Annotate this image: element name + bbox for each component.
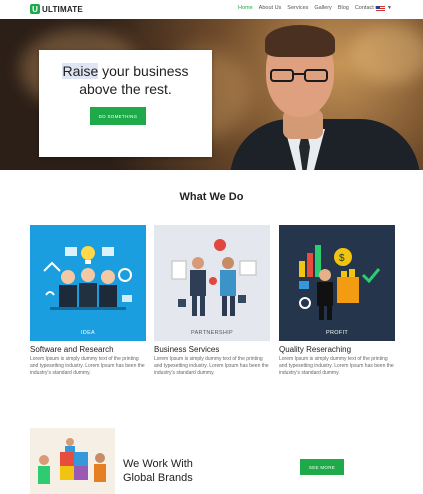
businessman-photo	[230, 119, 420, 170]
hero-card: Raise your business above the rest. DO S…	[39, 50, 212, 157]
site-logo[interactable]: U ULTIMATE	[30, 4, 83, 14]
service-card-business: PARTNERSHIP Business Services Lorem Ipsu…	[154, 225, 270, 376]
card-title[interactable]: Quality Reseraching	[279, 345, 395, 354]
card-text: Lorem Ipsum is simply dummy text of the …	[279, 356, 394, 376]
chevron-down-icon[interactable]: ▼	[387, 5, 392, 11]
card-text: Lorem Ipsum is simply dummy text of the …	[154, 356, 269, 376]
us-flag-icon[interactable]	[376, 6, 385, 12]
card-image-caption: IDEA	[80, 330, 96, 336]
svg-text:$: $	[339, 253, 345, 264]
businessman-hair	[265, 25, 335, 57]
handshake-icon	[154, 225, 270, 341]
brands-title: We Work With Global Brands	[123, 457, 243, 485]
idea-illustration: IDEA	[30, 225, 146, 341]
profit-illustration: $ PROFIT	[279, 225, 395, 341]
site-header: U ULTIMATE Home About Us Services Galler…	[0, 0, 423, 19]
glasses-icon	[270, 69, 332, 83]
nav-item-services[interactable]: Services	[287, 5, 308, 11]
main-nav: Home About Us Services Gallery Blog Cont…	[238, 5, 381, 11]
partnership-illustration: PARTNERSHIP	[154, 225, 270, 341]
card-image-caption: PROFIT	[326, 330, 348, 336]
idea-team-icon	[30, 225, 146, 341]
service-card-software: IDEA Software and Research Lorem Ipsum i…	[30, 225, 146, 376]
profit-icon: $	[279, 225, 395, 341]
see-more-button[interactable]: SEE MORE	[300, 459, 344, 475]
hero-title-highlight: Raise	[62, 63, 99, 79]
nav-item-gallery[interactable]: Gallery	[314, 5, 331, 11]
nav-item-home[interactable]: Home	[238, 5, 253, 11]
nav-item-blog[interactable]: Blog	[338, 5, 349, 11]
background-bokeh	[350, 24, 423, 84]
brands-title-line1: We Work With	[123, 458, 193, 470]
puzzle-icon	[30, 428, 115, 494]
hero-title-line2: above the rest.	[79, 81, 172, 97]
hero-banner: Raise your business above the rest. DO S…	[0, 19, 423, 170]
do-something-button[interactable]: DO SOMETHING	[90, 107, 146, 125]
logo-mark-icon: U	[30, 4, 40, 14]
hero-title-rest: your business	[98, 63, 189, 79]
card-text: Lorem Ipsum is simply dummy text of the …	[30, 356, 145, 376]
service-card-quality: $ PROFIT Quality Reseraching Lorem Ipsum…	[279, 225, 395, 376]
card-title[interactable]: Business Services	[154, 345, 270, 354]
hero-title: Raise your business above the rest.	[39, 62, 212, 98]
brands-title-line2: Global Brands	[123, 472, 193, 484]
logo-text: ULTIMATE	[42, 4, 83, 14]
nav-item-about-us[interactable]: About Us	[259, 5, 282, 11]
puzzle-team-illustration	[30, 428, 115, 494]
card-title[interactable]: Software and Research	[30, 345, 146, 354]
card-image-caption: PARTNERSHIP	[191, 330, 233, 336]
services-section-title: What We Do	[179, 191, 244, 203]
